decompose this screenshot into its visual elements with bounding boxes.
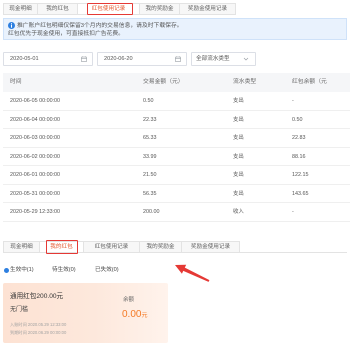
table-row: 2020-06-04 00:00:00 22.33 支出 0.50 <box>3 110 350 129</box>
end-date-value: 2020-06-20 <box>104 56 133 62</box>
cell-time: 2020-05-31 00:00:00 <box>10 190 61 197</box>
cell-type: 支出 <box>233 153 244 160</box>
red-packet-screen: 现金明细 我的红包 红包使用记录 我的奖励金 奖励金使用记录 推广账户红包明细仅… <box>0 0 350 345</box>
table-row: 2020-05-31 00:00:00 56.35 支出 143.65 <box>3 184 350 203</box>
table-header: 时间 交易金额（元） 流水类型 红包余额（元 <box>3 73 350 92</box>
cell-amount: 56.35 <box>143 190 157 197</box>
tab-reward-usage-records[interactable]: 奖励金使用记录 <box>179 3 236 15</box>
cell-time: 2020-05-29 12:33:00 <box>10 209 61 215</box>
cell-type: 支出 <box>233 190 244 197</box>
red-packet-title: 通用红包200.00元 <box>10 293 64 300</box>
balance-amount: 0.00元 <box>122 307 147 322</box>
cell-balance: 122.15 <box>292 172 309 178</box>
chevron-down-icon <box>243 57 249 61</box>
table-row: 2020-06-01 00:00:00 21.50 支出 122.15 <box>3 166 350 185</box>
cell-amount: 33.99 <box>143 153 157 160</box>
balance-label: 余额 <box>123 297 135 303</box>
column-header-time: 时间 <box>10 79 22 85</box>
notice-line: 红包优先于现金使用，可直接抵扣广告花费。 <box>8 31 124 37</box>
tab-cash-details[interactable]: 现金明细 <box>3 3 38 15</box>
cell-balance: - <box>292 98 294 104</box>
flow-type-value: 全部流水类型 <box>196 56 230 62</box>
start-date-value: 2020-05-01 <box>10 56 39 62</box>
column-header-amount: 交易金额（元） <box>143 79 184 85</box>
annotation-arrow-icon <box>175 264 210 282</box>
bottom-tab-red-packet-usage-records[interactable]: 红包使用记录 <box>83 241 140 253</box>
table-row: 2020-05-29 12:33:00 200.00 收入 - <box>3 203 350 222</box>
table-row: 2020-06-05 00:00:00 0.50 支出 - <box>3 92 350 111</box>
calendar-icon <box>81 56 87 62</box>
cell-type: 支出 <box>233 172 244 178</box>
cell-balance: 143.65 <box>292 190 309 197</box>
flow-type-select[interactable]: 全部流水类型 <box>191 52 256 66</box>
cell-amount: 21.50 <box>143 172 157 178</box>
status-option-active[interactable]: 生效中(1) <box>10 266 34 275</box>
cell-time: 2020-06-02 00:00:00 <box>10 153 61 160</box>
cell-balance: 22.83 <box>292 135 306 141</box>
bottom-tab-reward-usage-records[interactable]: 奖励金使用记录 <box>181 241 240 253</box>
info-icon <box>8 22 15 29</box>
cell-type: 支出 <box>233 135 244 141</box>
cell-amount: 0.50 <box>143 98 154 104</box>
cell-amount: 22.33 <box>143 116 157 123</box>
highlight-box-top-tab <box>87 3 133 15</box>
end-date-picker[interactable]: 2020-06-20 <box>97 52 187 66</box>
cell-type: 支出 <box>233 116 244 123</box>
cell-balance: - <box>292 209 294 215</box>
notice-banner: 推广账户红包明细仅保留3个月内的交易信息，请及时下载保存。 红包优先于现金使用，… <box>3 18 347 40</box>
red-packet-threshold: 无门槛 <box>10 307 29 313</box>
cell-time: 2020-06-01 00:00:00 <box>10 172 61 178</box>
bottom-tab-my-rewards[interactable]: 我的奖励金 <box>139 241 182 253</box>
bottom-tab-cash-details[interactable]: 现金明细 <box>3 241 40 253</box>
red-packet-card: 通用红包200.00元 无门槛 入账时间 2020.05.29 12:33:00… <box>3 283 168 343</box>
highlight-box-bottom-tab <box>46 240 78 254</box>
cell-balance: 0.50 <box>292 116 303 123</box>
column-header-balance: 红包余额（元 <box>292 79 327 85</box>
red-packet-expire-time: 到期时间 2020.06.29 00:00:00 <box>10 330 67 335</box>
table-row: 2020-06-03 00:00:00 65.33 支出 22.83 <box>3 129 350 148</box>
radio-selected-icon[interactable] <box>4 268 9 273</box>
cell-type: 支出 <box>233 98 244 104</box>
start-date-picker[interactable]: 2020-05-01 <box>3 52 93 66</box>
notice-line: 推广账户红包明细仅保留3个月内的交易信息，请及时下载保存。 <box>17 23 183 29</box>
column-header-type: 流水类型 <box>233 79 257 85</box>
balance-value: 0.00 <box>122 309 142 320</box>
table-row: 2020-06-02 00:00:00 33.99 支出 88.16 <box>3 147 350 166</box>
cell-type: 收入 <box>233 209 244 215</box>
tab-my-red-packets[interactable]: 我的红包 <box>37 3 78 15</box>
cell-time: 2020-06-05 00:00:00 <box>10 98 61 104</box>
calendar-icon <box>175 56 181 62</box>
cell-amount: 65.33 <box>143 135 157 141</box>
cell-time: 2020-06-03 00:00:00 <box>10 135 61 141</box>
status-option-pending[interactable]: 待生效(0) <box>52 266 76 275</box>
tab-my-rewards[interactable]: 我的奖励金 <box>139 3 180 15</box>
cell-balance: 88.16 <box>292 153 306 160</box>
cell-time: 2020-06-04 00:00:00 <box>10 116 61 123</box>
cell-amount: 200.00 <box>143 209 160 215</box>
balance-unit: 元 <box>141 313 148 319</box>
red-packet-credited-time: 入账时间 2020.05.29 12:33:00 <box>10 322 67 327</box>
status-option-expired[interactable]: 已失效(0) <box>95 266 119 275</box>
